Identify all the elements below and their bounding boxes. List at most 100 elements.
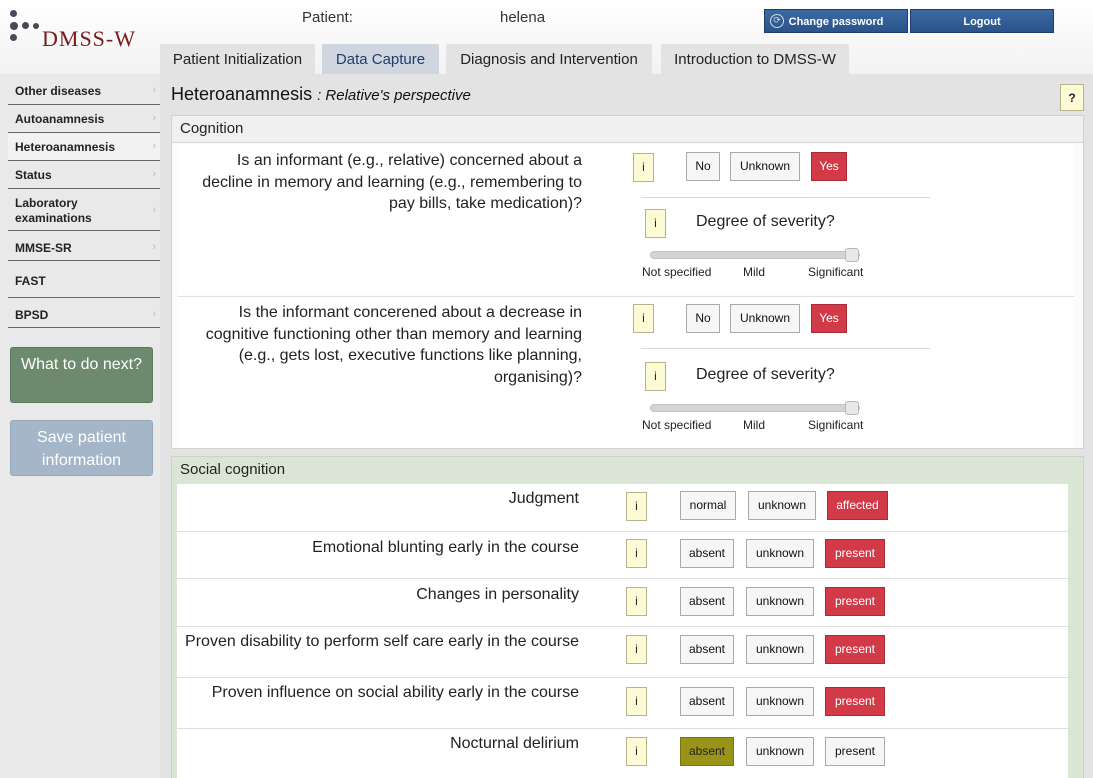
info-button[interactable]: i: [626, 737, 647, 766]
option-present-selected[interactable]: present: [825, 635, 885, 664]
option-present[interactable]: present: [825, 737, 885, 766]
option-absent[interactable]: absent: [680, 687, 734, 716]
info-button[interactable]: i: [633, 153, 654, 182]
chevron-right-icon: ›: [152, 168, 156, 180]
page-title-text: Heteroanamnesis: [171, 84, 313, 104]
tab-diagnosis-intervention[interactable]: Diagnosis and Intervention: [446, 44, 652, 74]
divider: [641, 348, 930, 349]
question-text: Is the informant concerened about a decr…: [205, 304, 582, 386]
option-unknown[interactable]: unknown: [746, 539, 814, 568]
option-unknown[interactable]: unknown: [746, 587, 814, 616]
question-text: Changes in personality: [416, 586, 579, 603]
option-no[interactable]: No: [686, 152, 720, 181]
sidebar-item-autoanamnesis[interactable]: Autoanamnesis ›: [8, 105, 160, 133]
tab-introduction[interactable]: Introduction to DMSS-W: [661, 44, 849, 74]
chevron-right-icon: ›: [152, 308, 156, 320]
sidebar-item-mmse-sr[interactable]: MMSE-SR ›: [8, 231, 160, 261]
social-cognition-section: Social cognition Judgment i normal unkno…: [171, 456, 1084, 778]
question-text: Nocturnal delirium: [450, 735, 579, 752]
option-absent[interactable]: absent: [680, 635, 734, 664]
tick-label: Significant: [808, 265, 864, 279]
sidebar-item-label: Heteroanamnesis: [15, 140, 116, 154]
chevron-right-icon: ›: [152, 140, 156, 152]
list-item: Proven influence on social ability early…: [177, 678, 1068, 729]
question-text: Is an informant (e.g., relative) concern…: [202, 152, 582, 212]
option-present-selected[interactable]: present: [825, 539, 885, 568]
severity-slider-track[interactable]: [650, 251, 860, 259]
logout-button[interactable]: Logout: [910, 9, 1054, 33]
question-block: Is the informant concerened about a decr…: [178, 297, 1074, 448]
sidebar-item-heteroanamnesis[interactable]: Heteroanamnesis ›: [8, 133, 160, 161]
info-button[interactable]: i: [626, 587, 647, 616]
option-unknown[interactable]: Unknown: [730, 152, 800, 181]
severity-slider-track[interactable]: [650, 404, 860, 412]
sidebar-item-other-diseases[interactable]: Other diseases ›: [8, 78, 160, 105]
page-subtitle: : Relative's perspective: [317, 87, 471, 104]
sidebar-item-laboratory[interactable]: Laboratory examinations ›: [8, 189, 160, 231]
option-yes-selected[interactable]: Yes: [811, 152, 847, 181]
tick-label: Mild: [743, 418, 766, 432]
tick-label: Not specified: [642, 418, 712, 432]
info-button[interactable]: i: [633, 304, 654, 333]
sidebar: Other diseases › Autoanamnesis › Heteroa…: [0, 74, 160, 778]
option-absent-selected[interactable]: absent: [680, 737, 734, 766]
tab-patient-initialization[interactable]: Patient Initialization: [160, 44, 315, 74]
option-unknown[interactable]: unknown: [746, 635, 814, 664]
question-block: Is an informant (e.g., relative) concern…: [178, 144, 1074, 295]
info-button[interactable]: i: [626, 687, 647, 716]
severity-slider-handle[interactable]: [845, 401, 859, 415]
help-button[interactable]: ?: [1060, 84, 1084, 111]
list-item: Emotional blunting early in the course i…: [177, 532, 1068, 579]
option-absent[interactable]: absent: [680, 539, 734, 568]
list-item: Nocturnal delirium i absent unknown pres…: [177, 729, 1068, 778]
social-cognition-list: Judgment i normal unknown affected Emoti…: [177, 484, 1068, 778]
change-password-button[interactable]: ⟳ Change password: [764, 9, 908, 33]
app-logo: DMSS-W: [8, 6, 158, 56]
save-patient-button[interactable]: Save patient information: [10, 420, 153, 476]
sidebar-item-label: Status: [15, 168, 52, 182]
sidebar-item-label: Other diseases: [15, 84, 102, 98]
tick-label: Not specified: [642, 265, 712, 279]
option-yes-selected[interactable]: Yes: [811, 304, 847, 333]
change-password-label: Change password: [788, 16, 884, 28]
option-unknown[interactable]: unknown: [746, 687, 814, 716]
info-button[interactable]: i: [645, 362, 666, 391]
option-present-selected[interactable]: present: [825, 687, 885, 716]
info-button[interactable]: i: [626, 492, 647, 521]
question-text: Proven influence on social ability early…: [211, 684, 579, 701]
app-name: DMSS-W: [42, 26, 137, 51]
sidebar-item-bpsd[interactable]: BPSD ›: [8, 298, 160, 328]
patient-label: Patient:: [302, 9, 353, 26]
tab-data-capture[interactable]: Data Capture: [322, 44, 439, 74]
option-unknown[interactable]: unknown: [746, 737, 814, 766]
question-text: Proven disability to perform self care e…: [185, 633, 579, 650]
clock-icon: ⟳: [770, 14, 784, 28]
option-affected-selected[interactable]: affected: [827, 491, 888, 520]
chevron-right-icon: ›: [152, 204, 156, 216]
page-title: Heteroanamnesis : Relative's perspective: [171, 84, 471, 105]
what-to-do-next-button[interactable]: What to do next?: [10, 347, 153, 403]
info-button[interactable]: i: [626, 539, 647, 568]
main-content: Heteroanamnesis : Relative's perspective…: [160, 74, 1093, 778]
option-absent[interactable]: absent: [680, 587, 734, 616]
severity-slider-handle[interactable]: [845, 248, 859, 262]
option-unknown[interactable]: Unknown: [730, 304, 800, 333]
cognition-header: Cognition: [172, 116, 1083, 143]
tick-label: Significant: [808, 418, 864, 432]
chevron-right-icon: ›: [152, 84, 156, 96]
divider: [641, 197, 930, 198]
option-unknown[interactable]: unknown: [748, 491, 816, 520]
list-item: Judgment i normal unknown affected: [177, 484, 1068, 532]
info-button[interactable]: i: [645, 209, 666, 238]
severity-label: Degree of severity?: [696, 366, 835, 383]
sidebar-item-fast[interactable]: FAST: [8, 261, 160, 298]
list-item: Changes in personality i absent unknown …: [177, 579, 1068, 627]
option-normal[interactable]: normal: [680, 491, 736, 520]
sidebar-item-status[interactable]: Status ›: [8, 161, 160, 189]
info-button[interactable]: i: [626, 635, 647, 664]
option-no[interactable]: No: [686, 304, 720, 333]
chevron-right-icon: ›: [152, 241, 156, 253]
sidebar-item-label: Autoanamnesis: [15, 112, 105, 126]
option-present-selected[interactable]: present: [825, 587, 885, 616]
sidebar-item-label: BPSD: [15, 308, 49, 322]
